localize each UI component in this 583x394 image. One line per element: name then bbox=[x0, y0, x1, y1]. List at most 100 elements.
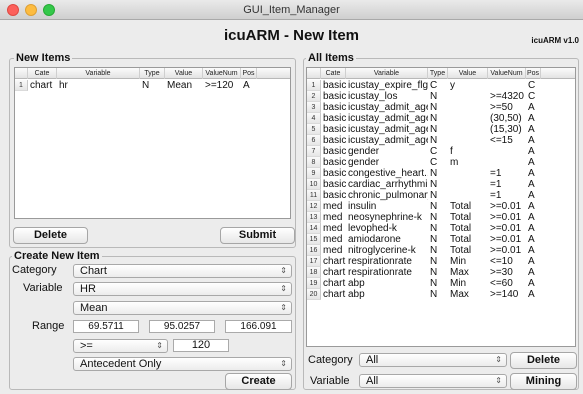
table-cell-valuenum: >=30 bbox=[490, 267, 513, 278]
table-row[interactable]: 11 basic chronic_pulmonary N =1 A bbox=[307, 190, 575, 201]
column-header[interactable]: Variable bbox=[346, 68, 428, 79]
create-new-item-group: Create New Item Category Chart ⇕ Variabl… bbox=[9, 250, 296, 390]
table-row[interactable]: 5 basic icustay_admit_age N (15,30) A bbox=[307, 124, 575, 135]
table-cell-pos: A bbox=[528, 201, 535, 212]
table-row[interactable]: 7 basic gender Cf A bbox=[307, 146, 575, 157]
table-cell-pos: A bbox=[528, 102, 535, 113]
table-cell-value bbox=[449, 179, 488, 190]
column-header[interactable]: Type bbox=[428, 68, 448, 79]
statistic-select[interactable]: Mean ⇕ bbox=[73, 301, 292, 315]
delete-item-button[interactable]: Delete bbox=[510, 352, 577, 369]
table-row[interactable]: 1 chart hr N Mean >=120 A bbox=[15, 80, 290, 91]
table-cell-valuenum bbox=[489, 80, 526, 91]
table-row[interactable]: 4 basic icustay_admit_age N (30,50) A bbox=[307, 113, 575, 124]
table-cell-variable: neosynephrine-k bbox=[348, 212, 422, 223]
column-header[interactable]: Value bbox=[448, 68, 488, 79]
mining-button[interactable]: Mining bbox=[510, 373, 577, 390]
table-cell-cate: basic bbox=[323, 80, 346, 91]
position-select[interactable]: Antecedent Only ⇕ bbox=[73, 357, 292, 371]
table-row[interactable]: 14 med levophed-k N Total >=0.01 A bbox=[307, 223, 575, 234]
table-cell-variable: gender bbox=[348, 157, 380, 168]
table-row[interactable]: 13 med neosynephrine-k N Total >=0.01 A bbox=[307, 212, 575, 223]
table-cell-valuenum: =1 bbox=[490, 190, 502, 201]
table-cell-value: f bbox=[450, 146, 453, 157]
table-row[interactable]: 17 chart respirationrate N Min <=10 A bbox=[307, 256, 575, 267]
column-header[interactable]: Pos bbox=[241, 68, 257, 79]
range-mid-field[interactable]: 95.0257 bbox=[149, 320, 215, 333]
table-cell-value: Mean bbox=[167, 80, 193, 91]
column-header[interactable]: ValueNum bbox=[203, 68, 241, 79]
table-row[interactable]: 18 chart respirationrate N Max >=30 A bbox=[307, 267, 575, 278]
table-row[interactable]: 10 basic cardiac_arrhythmi... N =1 A bbox=[307, 179, 575, 190]
table-cell-cate: chart bbox=[323, 256, 346, 267]
table-cell-cate: chart bbox=[323, 267, 346, 278]
table-row[interactable]: 1 basic icustay_expire_flg Cy C bbox=[307, 80, 575, 91]
column-header[interactable]: Cate bbox=[28, 68, 57, 79]
table-cell-value: Max bbox=[450, 267, 469, 278]
table-cell-pos: A bbox=[528, 135, 535, 146]
table-row[interactable]: 16 med nitroglycerine-k N Total >=0.01 A bbox=[307, 245, 575, 256]
table-cell-variable: icustay_los bbox=[348, 91, 398, 102]
table-cell-valuenum: (30,50) bbox=[490, 113, 522, 124]
position-select-value: Antecedent Only bbox=[80, 358, 162, 370]
table-row[interactable]: 8 basic gender Cm A bbox=[307, 157, 575, 168]
table-cell-cate: basic bbox=[323, 168, 346, 179]
row-number: 1 bbox=[15, 80, 28, 91]
window-titlebar: GUI_Item_Manager bbox=[0, 0, 583, 20]
table-cell-pos: A bbox=[528, 245, 535, 256]
table-cell-type: N bbox=[430, 91, 438, 102]
column-header[interactable]: ValueNum bbox=[488, 68, 526, 79]
table-cell-type: N bbox=[430, 256, 438, 267]
table-cell-valuenum: >=50 bbox=[490, 102, 513, 113]
table-cell-type: N bbox=[430, 179, 438, 190]
filter-category-select[interactable]: All ⇕ bbox=[359, 353, 507, 367]
table-cell-type: C bbox=[430, 80, 438, 91]
range-min-field[interactable]: 69.5711 bbox=[73, 320, 139, 333]
table-cell-valuenum: >=0.01 bbox=[490, 201, 522, 212]
operator-select[interactable]: >= ⇕ bbox=[73, 339, 168, 353]
table-cell-valuenum: (15,30) bbox=[490, 124, 522, 135]
table-cell-pos: A bbox=[243, 80, 250, 91]
variable-select[interactable]: HR ⇕ bbox=[73, 282, 292, 296]
category-select[interactable]: Chart ⇕ bbox=[73, 264, 292, 278]
table-row[interactable]: 3 basic icustay_admit_age N >=50 A bbox=[307, 102, 575, 113]
table-cell-type: N bbox=[430, 278, 438, 289]
table-row[interactable]: 20 chart abp N Max >=140 A bbox=[307, 289, 575, 300]
table-row[interactable]: 19 chart abp N Min <=60 A bbox=[307, 278, 575, 289]
variable-label: Variable bbox=[23, 282, 63, 294]
app-version: icuARM v1.0 bbox=[531, 36, 579, 45]
table-cell-cate: med bbox=[323, 245, 343, 256]
all-items-table[interactable]: Cate Variable Type Value ValueNum Pos 1 basic ic… bbox=[306, 67, 576, 347]
table-cell-cate: basic bbox=[323, 124, 346, 135]
column-header[interactable]: Type bbox=[140, 68, 165, 79]
threshold-input[interactable]: 120 bbox=[173, 339, 229, 352]
filter-variable-select[interactable]: All ⇕ bbox=[359, 374, 507, 388]
table-cell-valuenum: >=140 bbox=[490, 289, 519, 300]
row-number: 20 bbox=[307, 289, 321, 300]
column-header[interactable]: Pos bbox=[526, 68, 541, 79]
table-row[interactable]: 2 basic icustay_los N >=4320 C bbox=[307, 91, 575, 102]
statistic-select-value: Mean bbox=[80, 302, 108, 314]
column-header[interactable]: Cate bbox=[321, 68, 346, 79]
table-cell-cate: med bbox=[323, 223, 343, 234]
table-cell-cate: chart bbox=[323, 278, 346, 289]
delete-new-item-button[interactable]: Delete bbox=[13, 227, 88, 244]
new-items-table[interactable]: Cate Variable Type Value ValueNum Pos 1 chart hr… bbox=[14, 67, 291, 219]
column-header[interactable]: Value bbox=[165, 68, 203, 79]
table-row[interactable]: 6 basic icustay_admit_age N <=15 A bbox=[307, 135, 575, 146]
table-row[interactable]: 15 med amiodarone N Total >=0.01 A bbox=[307, 234, 575, 245]
table-cell-variable: cardiac_arrhythmi... bbox=[348, 179, 428, 190]
submit-button[interactable]: Submit bbox=[220, 227, 295, 244]
table-cell-value: Total bbox=[450, 223, 472, 234]
table-cell-type: N bbox=[430, 289, 438, 300]
table-cell-type: N bbox=[430, 245, 438, 256]
create-button[interactable]: Create bbox=[225, 373, 292, 390]
column-header[interactable]: Variable bbox=[57, 68, 140, 79]
category-select-value: Chart bbox=[80, 265, 107, 277]
row-number: 13 bbox=[307, 212, 321, 223]
table-cell-variable: icustay_admit_age bbox=[348, 124, 428, 135]
table-cell-variable: icustay_admit_age bbox=[348, 135, 428, 146]
table-row[interactable]: 9 basic congestive_heart... N =1 A bbox=[307, 168, 575, 179]
range-max-field[interactable]: 166.091 bbox=[225, 320, 292, 333]
table-row[interactable]: 12 med insulin N Total >=0.01 A bbox=[307, 201, 575, 212]
